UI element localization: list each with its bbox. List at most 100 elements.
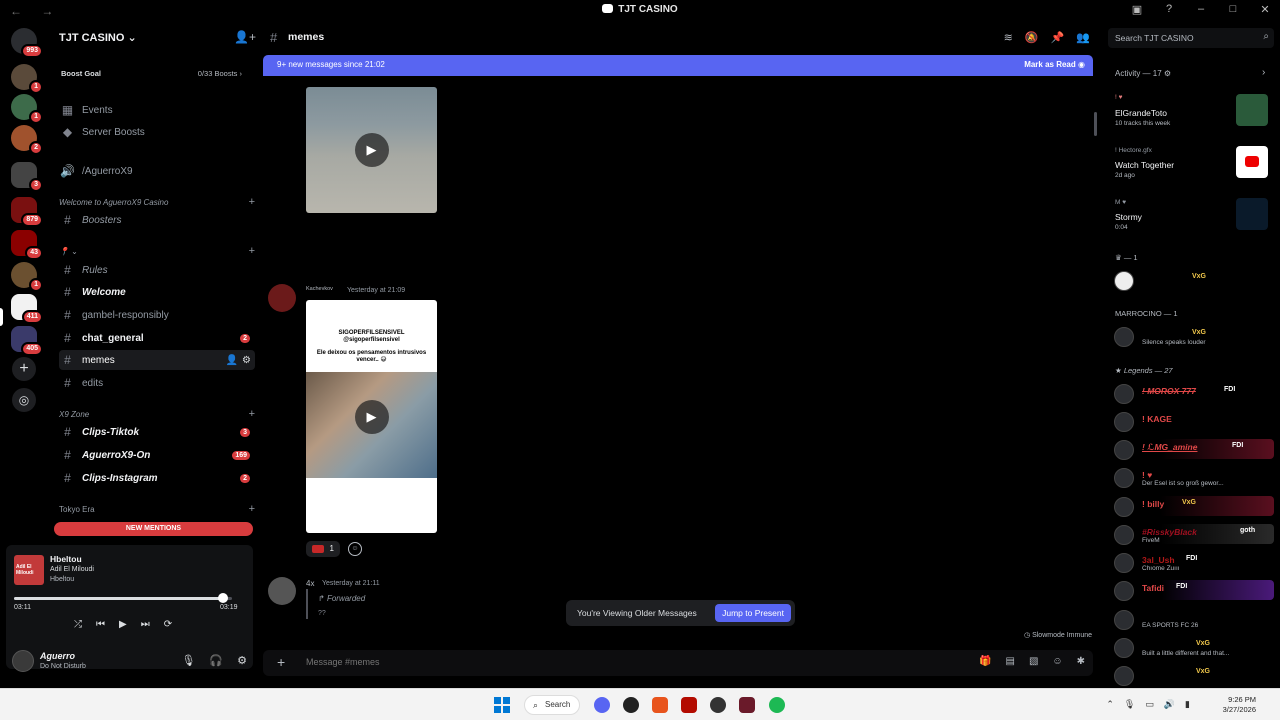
server-folder[interactable]: 879 xyxy=(11,197,43,227)
channel-chat-general[interactable]: # chat_general 2 xyxy=(59,328,255,348)
boost-goal-label[interactable]: Boost Goal xyxy=(61,69,101,78)
microphone-icon[interactable]: 🎙 xyxy=(1124,699,1135,710)
windows-start-icon[interactable] xyxy=(494,697,510,713)
chevron-right-icon[interactable]: › xyxy=(1262,67,1265,78)
member-row[interactable]: VxG Built a little different and that... xyxy=(1112,637,1274,658)
play-icon[interactable]: ▶ xyxy=(354,133,389,167)
add-channel-icon[interactable]: + xyxy=(249,196,255,208)
channel-edits[interactable]: # edits xyxy=(59,373,255,393)
next-icon[interactable]: ⏭ xyxy=(141,619,150,630)
search-input[interactable]: Search TJT CASINO ⌕ xyxy=(1108,28,1274,48)
taskbar-clock[interactable]: 9:26 PM 3/27/2026 xyxy=(1223,695,1256,715)
headphones-icon[interactable]: 🎧 xyxy=(209,654,223,667)
reaction-chip[interactable]: 1 xyxy=(306,541,340,557)
help-icon[interactable]: ? xyxy=(1162,3,1176,16)
invite-people-icon[interactable]: 👤+ xyxy=(234,30,256,44)
microphone-icon[interactable]: 🎙 xyxy=(181,654,195,667)
repeat-icon[interactable]: ⟳ xyxy=(164,619,172,630)
spotify-app-icon[interactable] xyxy=(769,697,785,713)
progress-bar[interactable] xyxy=(14,593,232,603)
new-messages-banner[interactable]: 9+ new messages since 21:02 Mark as Read… xyxy=(263,55,1093,76)
inbox-icon[interactable]: ▣ xyxy=(1130,3,1144,16)
category-tokyo-era[interactable]: Tokyo Era + xyxy=(59,503,255,515)
category-x9-zone[interactable]: X9 Zone + xyxy=(59,408,255,420)
member-row[interactable]: ! KAGE xyxy=(1112,411,1274,432)
message-input[interactable] xyxy=(306,657,906,667)
server-icon[interactable]: 1 xyxy=(11,262,43,292)
avatar[interactable] xyxy=(268,284,296,312)
channel-aguerrox9-on[interactable]: # AguerroX9-On 169 xyxy=(59,445,255,465)
server-icon[interactable]: 2 xyxy=(11,125,43,155)
previous-icon[interactable]: ⏮ xyxy=(96,619,105,630)
mark-as-read-button[interactable]: Mark as Read ◉ xyxy=(1024,60,1085,69)
activity-name[interactable]: ElGrandeToto xyxy=(1115,108,1167,118)
activity-name[interactable]: Stormy xyxy=(1115,212,1142,222)
progress-knob[interactable] xyxy=(218,593,229,603)
boost-count[interactable]: 0/33 Boosts › xyxy=(198,69,242,78)
play-icon[interactable]: ▶ xyxy=(119,619,127,630)
maximize-button[interactable]: □ xyxy=(1226,3,1240,16)
member-row[interactable]: ! ♥ Der Esel ist so groß gewor... xyxy=(1112,467,1274,488)
discover-button[interactable]: ◎ xyxy=(12,388,36,412)
avatar[interactable] xyxy=(12,650,34,672)
track-artist[interactable]: Adil El Miloudi xyxy=(50,566,94,573)
discord-app-icon[interactable] xyxy=(594,697,610,713)
avatar[interactable] xyxy=(268,577,296,605)
member-row[interactable]: ! MOROX 777 FDI xyxy=(1112,383,1274,404)
gear-icon[interactable]: ⚙ xyxy=(1164,69,1171,78)
brave-app-icon[interactable] xyxy=(652,697,668,713)
message-author[interactable]: Kachevkov xyxy=(306,286,333,292)
add-channel-icon[interactable]: + xyxy=(249,503,255,515)
server-icon-active[interactable]: 411 xyxy=(11,294,43,324)
member-list-icon[interactable]: 👥 xyxy=(1076,31,1090,44)
shuffle-icon[interactable]: ⤮ xyxy=(74,619,82,630)
network-icon[interactable]: ▭ xyxy=(1145,699,1154,710)
member-row[interactable]: VxG Silence speaks louder xyxy=(1112,326,1274,347)
play-icon[interactable]: ▶ xyxy=(354,400,389,434)
taskbar-search[interactable]: ⌕ Search xyxy=(524,695,580,715)
gear-icon[interactable]: ⚙ xyxy=(237,654,247,667)
server-folder[interactable]: 43 xyxy=(11,230,43,260)
user-name[interactable]: Aguerro xyxy=(40,651,75,661)
server-folder[interactable]: 405 xyxy=(11,326,43,356)
activity-thumbnail[interactable] xyxy=(1236,94,1268,126)
server-name[interactable]: TJT CASINO ⌄ xyxy=(59,31,137,44)
pin-icon[interactable]: 📌 xyxy=(1051,31,1065,44)
activity-header[interactable]: Activity — 17 ⚙ xyxy=(1115,69,1171,78)
channel-gambel-responsibly[interactable]: # gambel-responsibly xyxy=(59,305,255,325)
voice-channel-aguerrox9[interactable]: 🔊 /AguerroX9 xyxy=(59,161,255,181)
emoji-icon[interactable]: ☺ xyxy=(1052,656,1062,667)
member-row[interactable]: VxG xyxy=(1112,270,1274,291)
battery-icon[interactable]: ▮ xyxy=(1185,699,1190,710)
activity-thumbnail[interactable] xyxy=(1236,198,1268,230)
activity-name[interactable]: Watch Together xyxy=(1115,160,1174,170)
close-button[interactable]: ✕ xyxy=(1258,3,1272,16)
apps-icon[interactable]: ✱ xyxy=(1077,656,1085,667)
member-row[interactable]: ! ℒMG_amine FDI xyxy=(1112,439,1274,460)
video-attachment[interactable]: SIGOPERFILSENSIVEL @sigoperfilsensivel El… xyxy=(306,300,437,533)
server-icon[interactable]: 1 xyxy=(11,94,43,124)
member-row[interactable]: #RisskyBlack goth FiveM xyxy=(1112,524,1274,545)
member-row[interactable]: VxG xyxy=(1112,665,1274,686)
steam-app-icon[interactable] xyxy=(710,697,726,713)
gift-icon[interactable]: 🎁 xyxy=(979,656,991,667)
server-folder[interactable]: 3 xyxy=(11,162,43,192)
jump-to-present-button[interactable]: Jump to Present xyxy=(715,604,791,622)
message-author[interactable]: 4x xyxy=(306,579,314,588)
channel-boosters[interactable]: # Boosters xyxy=(59,210,255,230)
member-row[interactable]: ! billy VxG xyxy=(1112,496,1274,517)
sidebar-item-server-boosts[interactable]: ◆ Server Boosts xyxy=(59,122,255,142)
category-welcome[interactable]: Welcome to AguerroX9 Casino + xyxy=(59,196,255,208)
youtube-icon[interactable] xyxy=(1236,146,1268,178)
member-row[interactable]: 3al_Ush FDI Chıome Zuııı xyxy=(1112,552,1274,573)
add-server-button[interactable]: + xyxy=(12,357,36,381)
capcut-app-icon[interactable] xyxy=(739,697,755,713)
channel-clips-instagram[interactable]: # Clips-Instagram 2 xyxy=(59,468,255,488)
member-row[interactable]: EA SPORTS FC 26 xyxy=(1112,609,1274,630)
chevron-up-icon[interactable]: ⌃ xyxy=(1106,699,1114,710)
sidebar-item-events[interactable]: ▦ Events xyxy=(59,100,255,120)
home-button[interactable]: 993 xyxy=(11,28,43,58)
sticker-icon[interactable]: ▧ xyxy=(1029,656,1038,667)
acrobat-app-icon[interactable] xyxy=(681,697,697,713)
chatgpt-app-icon[interactable] xyxy=(623,697,639,713)
